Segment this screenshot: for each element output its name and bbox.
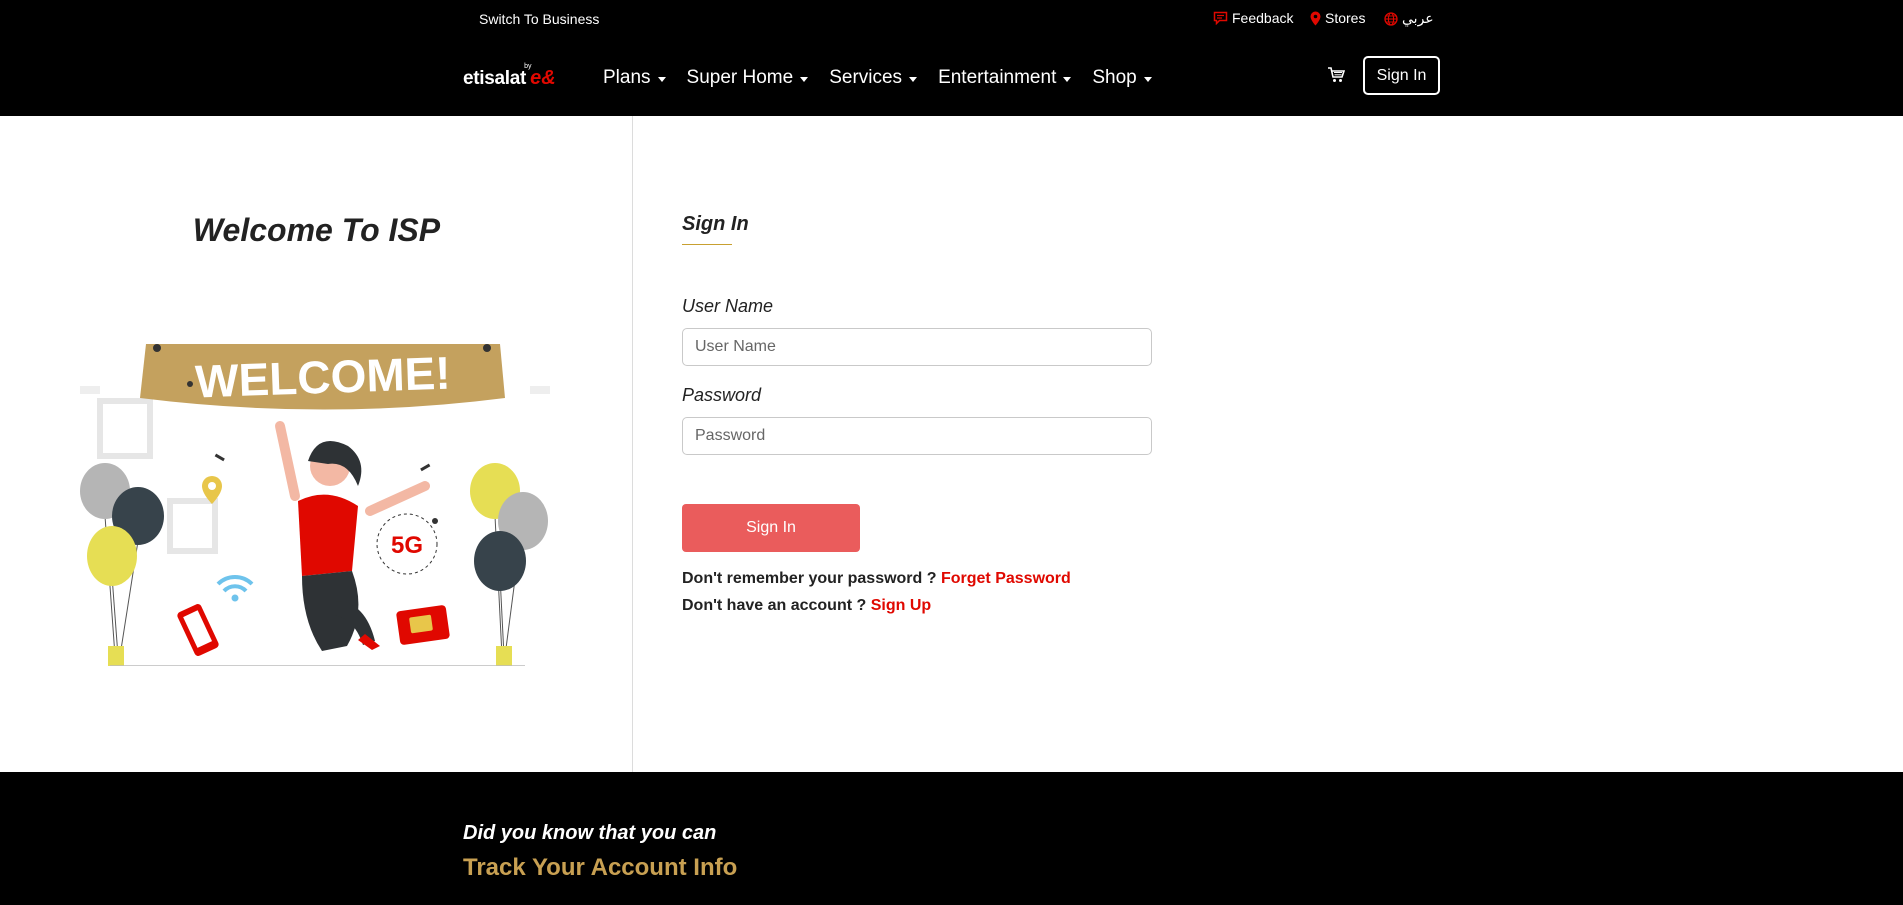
stores-label: Stores [1325,10,1366,26]
info-footer: Did you know that you can Track Your Acc… [0,772,1903,905]
username-label: User Name [682,296,774,316]
password-input[interactable] [682,417,1152,455]
form-title: Sign In [682,213,749,235]
welcome-title: Welcome To ISP [192,212,441,248]
nav-item-label: Services [829,67,903,88]
feedback-label: Feedback [1232,10,1294,26]
nav-item-label: Plans [603,67,651,88]
nav-item-services[interactable]: Services [829,67,918,89]
main-menu: Plans Super Home Services Entertainment … [603,67,1173,89]
sign-up-row: Don't have an account ? Sign Up [682,597,931,615]
nav-item-shop[interactable]: Shop [1092,67,1152,89]
stores-link[interactable]: Stores [1310,10,1365,26]
shopping-cart-icon [1328,67,1346,82]
password-label: Password [682,385,762,405]
nav-item-label: Entertainment [938,67,1057,88]
5g-badge-text: 5G [391,532,423,559]
welcome-banner-text: WELCOME! [194,347,451,408]
language-switch[interactable]: عربي [1384,10,1434,27]
forgot-password-link[interactable]: Forget Password [941,570,1071,587]
welcome-illustration: WELCOME! 5G [80,344,550,666]
cart-button[interactable] [1327,67,1346,88]
forgot-password-prompt: Don't remember your password ? [682,570,937,587]
username-input[interactable] [682,328,1152,366]
title-underline [682,244,732,245]
header-sign-in-button[interactable]: Sign In [1363,56,1440,95]
top-utility-bar: Switch To Business Feedback Stores عربي [0,0,1903,40]
welcome-pane: Welcome To ISP WELCOME! 5G [0,116,633,772]
location-pin-icon [1310,11,1321,25]
caret-down-icon [909,77,918,82]
logo-wordmark: etisalat [463,68,527,89]
nav-item-entertainment[interactable]: Entertainment [938,67,1072,89]
footer-answer: Track Your Account Info [463,854,738,881]
language-label: عربي [1402,10,1434,26]
feedback-link[interactable]: Feedback [1213,10,1293,26]
switch-to-business-link[interactable]: Switch To Business [479,11,599,27]
logo-eand-text: e& [530,67,556,89]
caret-down-icon [800,77,809,82]
logo-by-mark: by [524,63,532,70]
sign-up-link[interactable]: Sign Up [871,597,931,614]
logo-eand-mark: by e& [524,63,556,90]
caret-down-icon [1063,77,1072,82]
etisalat-logo[interactable]: etisalat by e& [463,63,556,90]
feedback-icon [1213,11,1228,25]
caret-down-icon [1143,77,1152,82]
globe-icon [1384,11,1398,26]
nav-item-super-home[interactable]: Super Home [687,67,809,89]
nav-item-plans[interactable]: Plans [603,67,666,89]
sign-up-prompt: Don't have an account ? [682,597,867,614]
sign-in-submit-button[interactable]: Sign In [682,504,860,552]
main-navbar: etisalat by e& Plans Super Home Services… [0,40,1903,116]
nav-item-label: Super Home [686,67,794,88]
caret-down-icon [657,77,666,82]
footer-question: Did you know that you can [463,822,717,844]
nav-item-label: Shop [1092,67,1137,88]
forgot-password-row: Don't remember your password ? Forget Pa… [682,570,1071,588]
